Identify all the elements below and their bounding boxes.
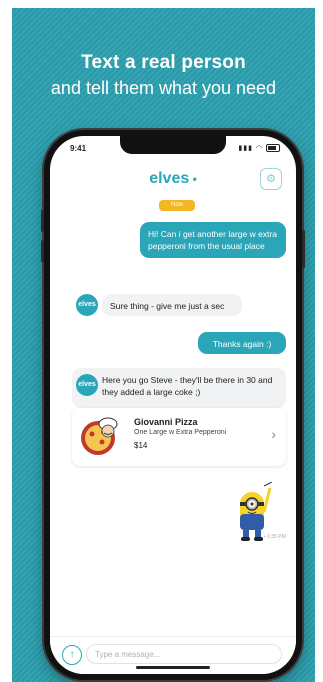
volume-up-button [41,210,44,232]
logo-dot-icon: • [189,172,197,186]
agent-avatar: elves [76,374,98,396]
phone-notch [120,136,226,154]
message-bubble-user: Thanks again :) [198,332,286,354]
agent-avatar: elves [76,294,98,316]
home-indicator [136,666,210,669]
order-description: One Large w Extra Pepperoni [134,429,227,436]
order-card[interactable]: Giovanni Pizza One Large w Extra Peppero… [72,408,286,466]
minion-sticker [240,482,273,541]
promo-panel: Text a real person and tell them what yo… [12,8,315,682]
chevron-right-icon: › [271,426,276,442]
order-price: $14 [134,441,148,450]
volume-down-button [41,240,44,262]
phone-frame: 9:41 ▮▮▮ ◠ elves • ⚙ Now Hi! Can i get a… [41,130,305,680]
status-time: 9:41 [70,144,87,153]
promo-headline: Text a real person [81,52,246,73]
status-icons: ▮▮▮ ◠ [238,144,280,153]
attach-icon: ↑ [69,649,75,660]
date-badge: Now [159,200,195,211]
settings-icon: ⚙ [266,173,276,185]
message-input[interactable] [86,644,282,664]
signal-icon: ▮▮▮ [238,145,253,152]
power-button [302,230,305,268]
message-bubble-agent: Sure thing - give me just a sec [102,294,242,316]
order-restaurant-name: Giovanni Pizza [134,417,198,427]
logo-text: elves [149,170,190,187]
message-bubble-agent: Here you go Steve - they'll be there in … [72,368,286,408]
battery-icon [266,144,280,153]
sticker-timestamp: • 1:35 PM [264,534,286,540]
attach-button[interactable]: ↑ [62,645,82,665]
settings-button[interactable]: ⚙ [260,168,282,190]
message-bubble-user: Hi! Can i get another large w extra pepp… [140,222,286,258]
pizza-chef-icon [81,417,118,455]
phone-screen: 9:41 ▮▮▮ ◠ elves • ⚙ Now Hi! Can i get a… [50,136,296,674]
promo-subline: and tell them what you need [50,78,277,98]
wifi-icon: ◠ [255,145,264,152]
